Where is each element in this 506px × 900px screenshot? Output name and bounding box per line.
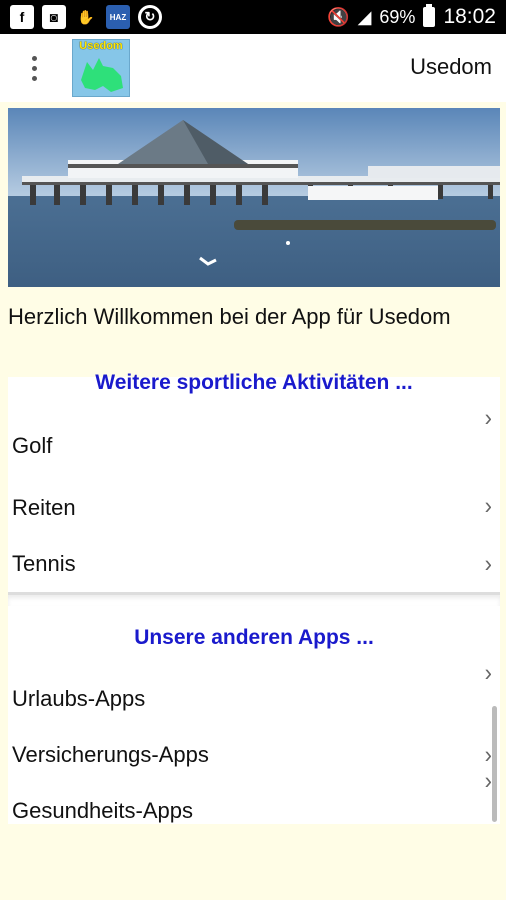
chevron-right-icon: › bbox=[484, 740, 492, 769]
overflow-menu-icon[interactable] bbox=[20, 52, 48, 84]
list-item-label: Reiten bbox=[12, 495, 76, 520]
app-bar: Usedom Usedom bbox=[0, 34, 506, 102]
list-item-label: Golf bbox=[12, 433, 53, 458]
chevron-right-icon: › bbox=[484, 491, 492, 520]
apps-section-title: Unsere anderen Apps ... bbox=[134, 626, 374, 649]
notification-icons: f ◙ ✋ HAZ ↻ bbox=[10, 5, 162, 29]
sync-icon: ↻ bbox=[138, 5, 162, 29]
system-status: 🔇 ◢ 69% 18:02 bbox=[327, 0, 496, 34]
list-item-gesundheits-apps[interactable]: › Gesundheits-Apps bbox=[8, 767, 500, 823]
list-item-versicherungs-apps[interactable]: › Versicherungs-Apps bbox=[8, 738, 500, 782]
app-logo: Usedom bbox=[72, 39, 130, 97]
list-item-urlaubs-apps[interactable]: › Urlaubs-Apps bbox=[8, 659, 500, 716]
photo-icon: ◙ bbox=[42, 5, 66, 29]
hand-icon: ✋ bbox=[77, 8, 95, 25]
haz-news-icon: HAZ bbox=[106, 5, 130, 29]
facebook-icon: f bbox=[10, 5, 34, 29]
chevron-right-icon: › bbox=[484, 658, 492, 687]
list-item-label: Urlaubs-Apps bbox=[12, 686, 146, 711]
list-item-label: Versicherungs-Apps bbox=[12, 742, 209, 767]
clock: 18:02 bbox=[443, 5, 496, 28]
status-bar: f ◙ ✋ HAZ ↻ 🔇 ◢ 69% 18:02 bbox=[0, 0, 506, 34]
signal-icon: ◢ bbox=[357, 6, 372, 27]
list-item-label: Gesundheits-Apps bbox=[12, 798, 193, 823]
sports-section-title: Weitere sportliche Aktivitäten ... bbox=[95, 371, 413, 394]
list-item-reiten[interactable]: › Reiten bbox=[8, 491, 500, 537]
scrollbar[interactable] bbox=[492, 706, 497, 822]
list-item-tennis[interactable]: › Tennis bbox=[8, 549, 500, 593]
battery-percent: 69% bbox=[379, 6, 416, 27]
mute-icon: 🔇 bbox=[327, 6, 350, 27]
app-title: Usedom bbox=[410, 54, 492, 79]
chevron-right-icon: › bbox=[484, 549, 492, 578]
sports-section: Weitere sportliche Aktivitäten ... › Gol… bbox=[8, 371, 500, 593]
hero-image bbox=[8, 108, 500, 287]
logo-text: Usedom bbox=[79, 40, 123, 52]
battery-icon bbox=[423, 4, 436, 27]
chevron-right-icon: › bbox=[484, 766, 492, 795]
list-item-golf[interactable]: › Golf bbox=[8, 404, 500, 465]
section-divider bbox=[8, 592, 500, 606]
apps-section: Unsere anderen Apps ... › Urlaubs-Apps ›… bbox=[8, 606, 500, 824]
list-item-label: Tennis bbox=[12, 551, 76, 576]
welcome-text: Herzlich Willkommen bei der App für Used… bbox=[8, 304, 451, 329]
chevron-right-icon: › bbox=[484, 403, 492, 432]
